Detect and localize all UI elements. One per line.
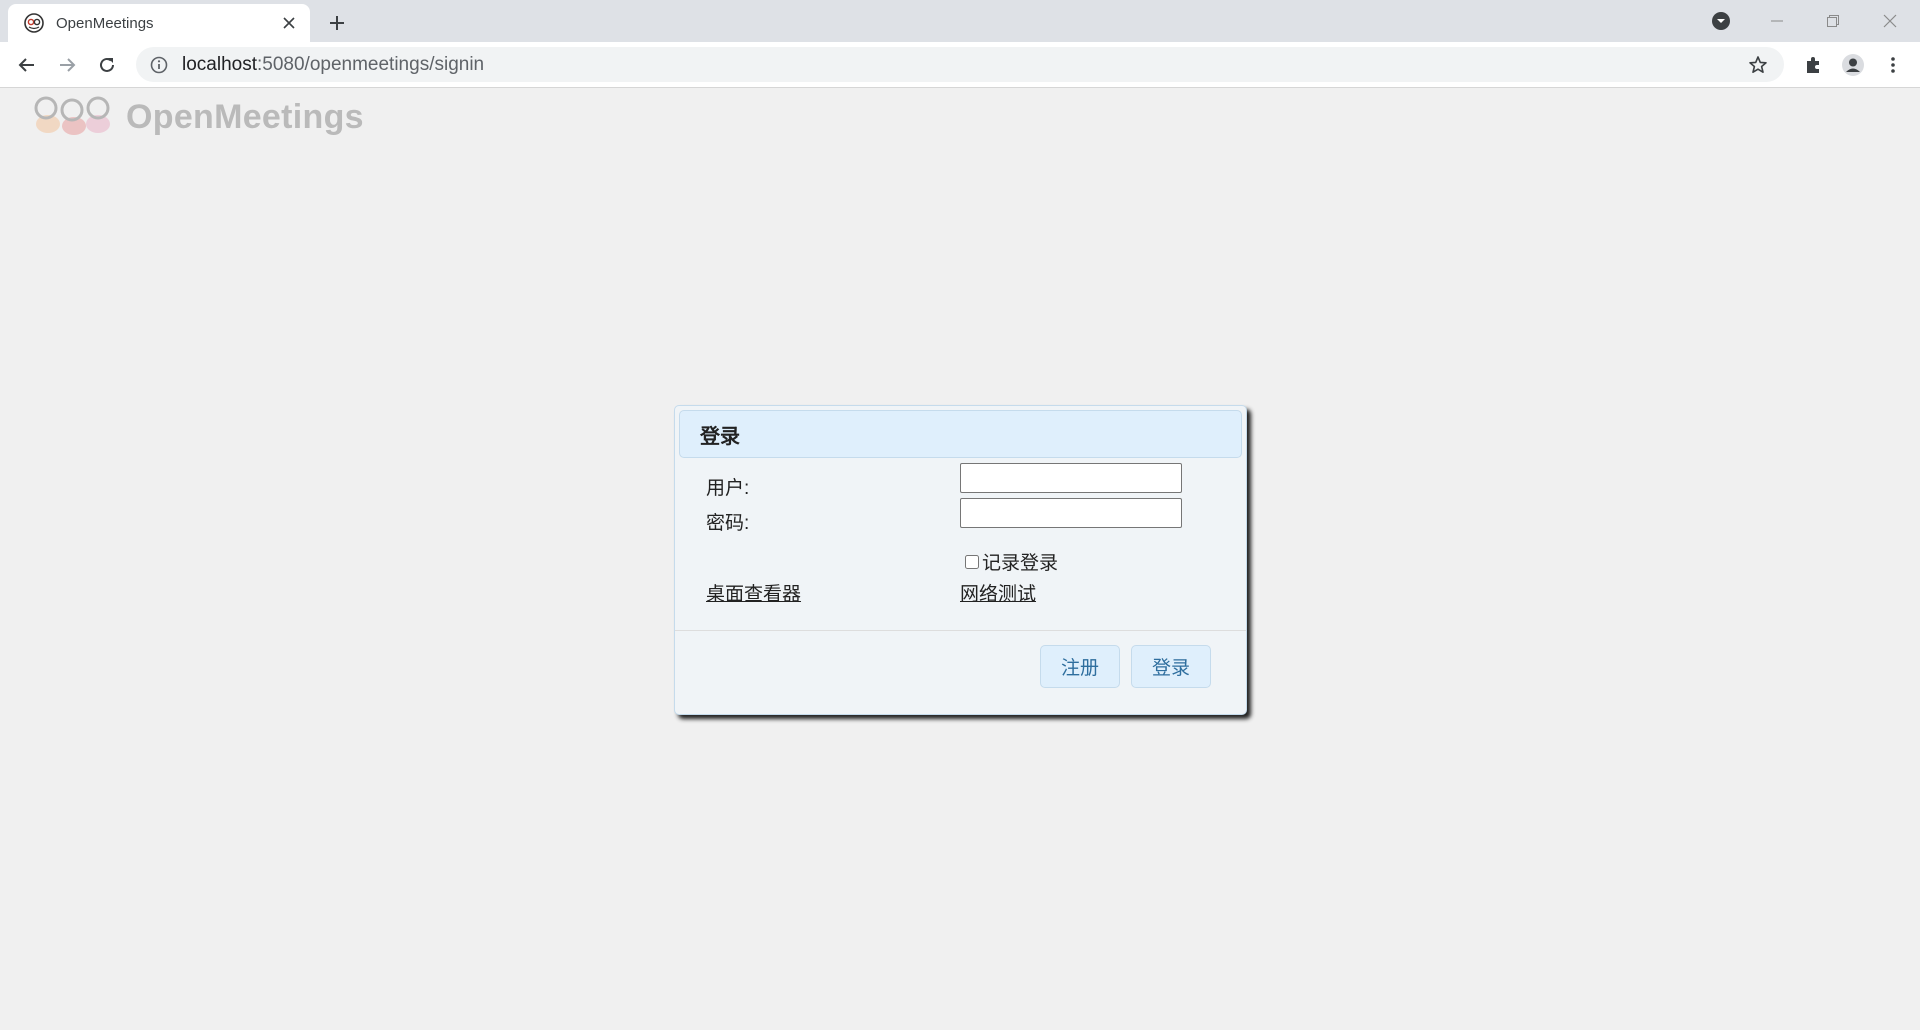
desktop-viewer-link[interactable]: 桌面查看器: [706, 579, 801, 606]
url-path: :5080/openmeetings/signin: [257, 53, 485, 75]
profile-avatar-icon[interactable]: [1838, 50, 1868, 80]
openmeetings-logo: OpenMeetings: [28, 94, 364, 140]
dialog-title: 登录: [700, 425, 740, 448]
login-dialog: 登录 用户: 密码: 记录登录 桌面查看器 网络测试 注册 登录: [674, 405, 1247, 715]
tab-search-icon[interactable]: [1706, 6, 1736, 36]
reload-icon[interactable]: [92, 50, 122, 80]
register-button[interactable]: 注册: [1040, 645, 1121, 688]
new-tab-icon[interactable]: [324, 10, 350, 36]
dialog-titlebar[interactable]: 登录: [679, 410, 1242, 458]
username-label: 用户:: [706, 478, 750, 499]
browser-tabstrip: OpenMeetings: [0, 0, 1920, 42]
password-input[interactable]: [960, 498, 1182, 528]
login-button[interactable]: 登录: [1131, 645, 1212, 688]
restore-icon[interactable]: [1818, 6, 1848, 36]
info-icon[interactable]: [150, 56, 168, 74]
browser-tab[interactable]: OpenMeetings: [8, 4, 310, 42]
browser-toolbar: localhost:5080/openmeetings/signin: [0, 42, 1920, 88]
tab-close-icon[interactable]: [278, 12, 300, 34]
dialog-divider: [675, 630, 1246, 631]
username-input[interactable]: [960, 463, 1182, 493]
remember-login-checkbox[interactable]: [965, 554, 979, 569]
openmeetings-favicon-icon: [24, 13, 44, 33]
bookmark-star-icon[interactable]: [1744, 51, 1772, 79]
network-test-link[interactable]: 网络测试: [960, 579, 1036, 606]
address-bar[interactable]: localhost:5080/openmeetings/signin: [136, 47, 1784, 82]
kebab-menu-icon[interactable]: [1878, 50, 1908, 80]
minimize-icon[interactable]: [1762, 6, 1792, 36]
tab-title: OpenMeetings: [56, 14, 154, 32]
password-label: 密码:: [706, 513, 750, 534]
url-text: localhost:5080/openmeetings/signin: [182, 54, 484, 76]
extensions-puzzle-icon[interactable]: [1798, 50, 1828, 80]
people-logo-icon: [34, 96, 110, 135]
remember-login[interactable]: 记录登录: [965, 548, 1058, 575]
forward-arrow-icon[interactable]: [52, 50, 82, 80]
logo-text: OpenMeetings: [126, 97, 364, 136]
url-host: localhost: [182, 53, 257, 75]
remember-login-label: 记录登录: [982, 553, 1059, 574]
back-arrow-icon[interactable]: [12, 50, 42, 80]
close-window-icon[interactable]: [1875, 6, 1905, 36]
page-content: OpenMeetings 登录 用户: 密码: 记录登录 桌面查看器 网络测试 …: [0, 88, 1920, 1030]
